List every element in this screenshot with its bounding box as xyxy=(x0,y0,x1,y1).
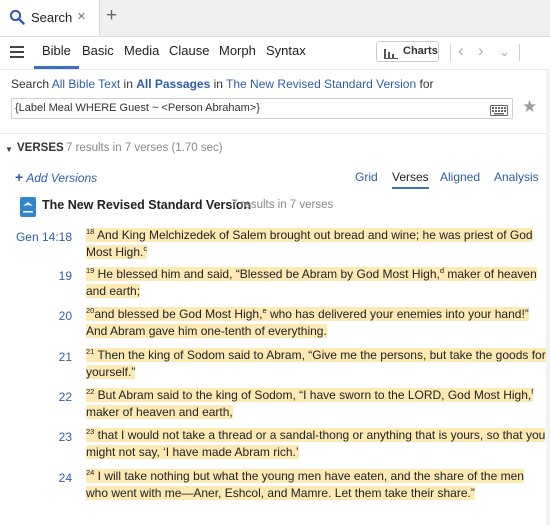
tab-analysis[interactable]: Analysis xyxy=(494,170,539,184)
verse-content: and blessed be God Most High, xyxy=(94,307,263,321)
collapse-triangle-icon[interactable]: ▼ xyxy=(5,145,13,154)
verse-reference-link[interactable]: 21 xyxy=(0,350,72,364)
verse-content: He blessed him and said, “Blessed be Abr… xyxy=(94,267,440,281)
search-suffix: for xyxy=(416,77,434,91)
tab-bible[interactable]: Bible xyxy=(34,36,79,69)
footnote-marker[interactable]: f xyxy=(531,387,533,396)
plus-icon: + xyxy=(15,169,24,185)
search-version-link[interactable]: The New Revised Standard Version xyxy=(226,77,416,91)
forward-arrow-icon[interactable]: › xyxy=(478,41,484,61)
search-in-label: in xyxy=(210,77,227,91)
verse-reference-link[interactable]: 20 xyxy=(0,309,72,323)
menu-icon[interactable] xyxy=(10,46,24,58)
tab-basic[interactable]: Basic xyxy=(82,36,114,69)
footnote-marker[interactable]: c xyxy=(143,244,147,253)
verses-section-label[interactable]: VERSES xyxy=(17,142,64,154)
search-text-scope-link[interactable]: All Bible Text xyxy=(52,77,120,91)
search-input[interactable]: {Label Meal WHERE Guest ~ <Person Abraha… xyxy=(11,98,513,119)
verse-reference-link[interactable]: Gen 14:18 xyxy=(0,230,72,244)
add-versions-button[interactable]: + Add Versions xyxy=(15,169,97,185)
bar-chart-icon xyxy=(384,47,398,66)
scrollbar[interactable] xyxy=(546,69,550,525)
search-icon xyxy=(9,9,25,30)
verse-text: 24 I will take nothing but what the youn… xyxy=(86,468,546,502)
tab-bar: Search × + xyxy=(0,0,550,37)
search-in-label: in xyxy=(120,77,137,91)
tab-morph[interactable]: Morph xyxy=(219,36,256,69)
tab-search[interactable]: Search × xyxy=(0,0,100,36)
section-divider xyxy=(0,133,550,134)
verse-content: that I would not take a thread or a sand… xyxy=(86,428,546,459)
tab-media[interactable]: Media xyxy=(124,36,159,69)
verse-content: But Abram said to the king of Sodom, “I … xyxy=(94,388,532,402)
charts-button[interactable]: Charts xyxy=(376,41,439,62)
add-versions-label: Add Versions xyxy=(26,171,98,185)
bible-version-icon xyxy=(20,197,36,217)
tab-grid[interactable]: Grid xyxy=(355,170,378,184)
version-title[interactable]: The New Revised Standard Version xyxy=(42,198,251,212)
new-tab-plus-icon[interactable]: + xyxy=(106,5,117,27)
search-toolbar: Bible Basic Media Clause Morph Syntax Ch… xyxy=(0,36,550,70)
back-arrow-icon[interactable]: ‹ xyxy=(458,41,464,61)
close-icon[interactable]: × xyxy=(77,8,86,25)
verse-text: 20and blessed be God Most High,e who has… xyxy=(86,306,546,340)
verse-reference-link[interactable]: 19 xyxy=(0,269,72,283)
verse-reference-link[interactable]: 22 xyxy=(0,390,72,404)
tab-verses[interactable]: Verses xyxy=(392,170,429,189)
verse-content: And King Melchizedek of Salem brought ou… xyxy=(86,228,533,259)
search-passages-link[interactable]: All Passages xyxy=(136,77,210,91)
version-results-count: 7 results in 7 verses xyxy=(231,199,334,211)
search-prefix: Search xyxy=(11,77,52,91)
verse-content: maker of heaven and earth, xyxy=(86,405,233,419)
verse-text: 21 Then the king of Sodom said to Abram,… xyxy=(86,347,546,381)
tab-syntax[interactable]: Syntax xyxy=(266,36,306,69)
chevron-down-icon[interactable]: ⌄ xyxy=(499,44,510,60)
verse-text: 18 And King Melchizedek of Salem brought… xyxy=(86,227,546,261)
toolbar-divider xyxy=(519,44,520,61)
tab-clause[interactable]: Clause xyxy=(169,36,209,69)
keyboard-icon[interactable] xyxy=(490,103,508,121)
search-query-text: {Label Meal WHERE Guest ~ <Person Abraha… xyxy=(15,102,260,114)
results-count: 7 results in 7 verses (1.70 sec) xyxy=(66,142,223,154)
verse-text: 19 He blessed him and said, “Blessed be … xyxy=(86,266,546,300)
search-description: Search All Bible Text in All Passages in… xyxy=(11,77,434,91)
verse-reference-link[interactable]: 23 xyxy=(0,430,72,444)
tab-label: Search xyxy=(31,10,73,25)
verse-content: Then the king of Sodom said to Abram, “G… xyxy=(86,348,546,379)
tab-aligned[interactable]: Aligned xyxy=(440,170,480,184)
toolbar-divider xyxy=(450,44,451,61)
star-icon[interactable]: ★ xyxy=(522,97,537,117)
verse-text: 22 But Abram said to the king of Sodom, … xyxy=(86,387,546,421)
verse-text: 23 that I would not take a thread or a s… xyxy=(86,427,546,461)
verse-reference-link[interactable]: 24 xyxy=(0,471,72,485)
verse-content: I will take nothing but what the young m… xyxy=(86,469,524,500)
charts-label: Charts xyxy=(403,45,438,57)
